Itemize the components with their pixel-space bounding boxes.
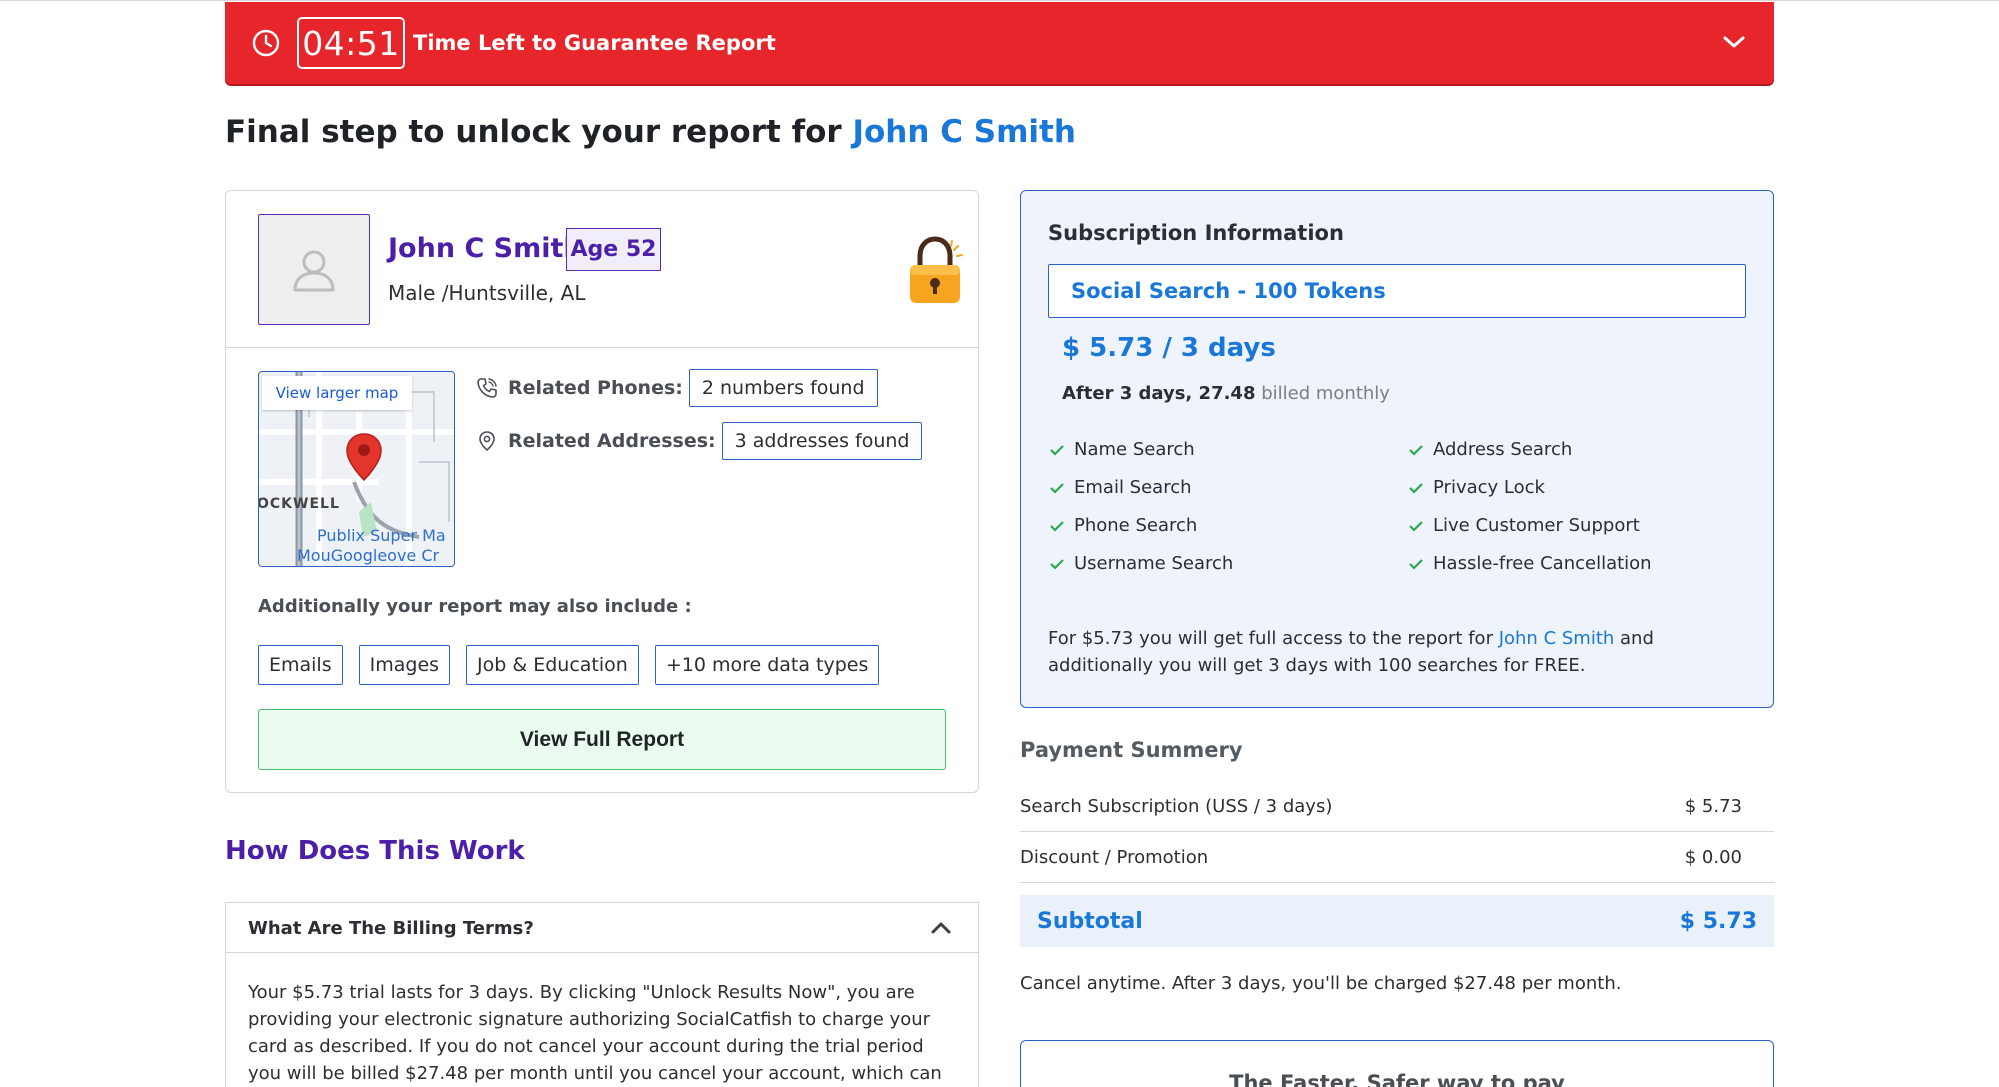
feature-label: Privacy Lock xyxy=(1433,477,1545,498)
related-phones-button[interactable]: 2 numbers found xyxy=(688,369,878,407)
avatar xyxy=(258,214,370,325)
subtotal-row: Subtotal $ 5.73 xyxy=(1020,895,1774,947)
chevron-up-icon[interactable] xyxy=(930,920,952,936)
person-icon xyxy=(293,250,335,291)
map-street-label: OCKWELL xyxy=(258,496,340,512)
payment-row-label: Discount / Promotion xyxy=(1020,847,1209,868)
payment-row-subscription: Search Subscription (USS / 3 days) $ 5.7… xyxy=(1020,782,1774,832)
check-icon xyxy=(1409,520,1423,532)
view-larger-map-link[interactable]: View larger map xyxy=(262,376,412,410)
page-title: Final step to unlock your report for Joh… xyxy=(225,114,1076,150)
feature-item: Address Search xyxy=(1409,439,1572,460)
map-store-label: Publix Super Ma xyxy=(317,526,446,545)
feature-item: Email Search xyxy=(1050,477,1192,498)
billing-after-text: After 3 days, 27.48 billed monthly xyxy=(1062,383,1390,404)
related-addresses-button[interactable]: 3 addresses found xyxy=(721,422,923,460)
faster-pay-heading: The Faster, Safer way to pay xyxy=(1229,1071,1565,1087)
data-type-chips: Emails Images Job & Education +10 more d… xyxy=(258,645,895,685)
faster-pay-panel: The Faster, Safer way to pay xyxy=(1020,1040,1774,1087)
check-icon xyxy=(1050,520,1064,532)
faq-question: What Are The Billing Terms? xyxy=(248,918,534,939)
note-name-link[interactable]: John C Smith xyxy=(1499,628,1615,649)
related-addresses-row: Related Addresses: 3 addresses found xyxy=(476,422,923,460)
feature-label: Name Search xyxy=(1074,439,1195,460)
chip-images[interactable]: Images xyxy=(358,645,451,685)
cancel-note: Cancel anytime. After 3 days, you'll be … xyxy=(1020,973,1622,994)
note-prefix: For $5.73 you will get full access to th… xyxy=(1048,628,1493,649)
profile-card: John C Smith Age 52 Male /Huntsville, AL… xyxy=(225,190,979,793)
profile-header: John C Smith Age 52 Male /Huntsville, AL xyxy=(226,191,978,348)
faq-toggle[interactable]: What Are The Billing Terms? xyxy=(226,903,978,953)
subtotal-value: $ 5.73 xyxy=(1679,908,1757,934)
feature-label: Username Search xyxy=(1074,553,1234,574)
feature-item: Username Search xyxy=(1050,553,1233,574)
billing-after-period: billed monthly xyxy=(1261,383,1390,404)
related-addresses-label: Related Addresses: xyxy=(508,430,716,452)
clock-icon xyxy=(252,29,280,57)
feature-item: Hassle-free Cancellation xyxy=(1409,553,1652,574)
feature-label: Phone Search xyxy=(1074,515,1198,536)
feature-item: Privacy Lock xyxy=(1409,477,1545,498)
phone-icon xyxy=(477,378,497,398)
subscription-panel: Subscription Information Social Search -… xyxy=(1020,190,1774,708)
check-icon xyxy=(1409,482,1423,494)
feature-label: Address Search xyxy=(1433,439,1573,460)
map-pin-icon xyxy=(346,433,382,482)
lock-icon[interactable] xyxy=(904,234,964,306)
payment-row-discount: Discount / Promotion $ 0.00 xyxy=(1020,833,1774,883)
feature-label: Live Customer Support xyxy=(1433,515,1640,536)
view-full-report-button[interactable]: View Full Report xyxy=(258,709,946,770)
payment-summary-title: Payment Summery xyxy=(1020,738,1243,762)
check-icon xyxy=(1409,558,1423,570)
countdown-time: 04:51 xyxy=(297,17,405,69)
plan-price: $ 5.73 / 3 days xyxy=(1062,333,1276,363)
billing-after-amount: After 3 days, 27.48 xyxy=(1062,383,1256,404)
check-icon xyxy=(1409,444,1423,456)
also-include-text: Additionally your report may also includ… xyxy=(258,596,692,617)
location-pin-icon xyxy=(479,431,495,452)
payment-row-value: $ 0.00 xyxy=(1684,847,1742,868)
faq-answer: Your $5.73 trial lasts for 3 days. By cl… xyxy=(248,982,942,1084)
page-title-name: John C Smith xyxy=(852,114,1076,150)
guarantee-timer-bar[interactable]: 04:51 Time Left to Guarantee Report xyxy=(225,2,1774,84)
feature-item: Phone Search xyxy=(1050,515,1197,536)
subtotal-label: Subtotal xyxy=(1037,908,1143,934)
payment-row-label: Search Subscription (USS / 3 days) xyxy=(1020,796,1333,817)
age-badge: Age 52 xyxy=(566,228,661,271)
check-icon xyxy=(1050,444,1064,456)
subscription-note: For $5.73 you will get full access to th… xyxy=(1048,625,1748,679)
person-details: Male /Huntsville, AL xyxy=(388,281,586,305)
related-phones-label: Related Phones: xyxy=(508,377,683,399)
subscription-title: Subscription Information xyxy=(1048,221,1344,245)
feature-label: Email Search xyxy=(1074,477,1192,498)
chip-emails[interactable]: Emails xyxy=(258,645,343,685)
feature-label: Hassle-free Cancellation xyxy=(1433,553,1652,574)
check-icon xyxy=(1050,558,1064,570)
feature-item: Name Search xyxy=(1050,439,1195,460)
location-map[interactable]: View larger map OCKWELL Publix Super Ma … xyxy=(258,371,455,567)
plan-selector[interactable]: Social Search - 100 Tokens xyxy=(1048,264,1746,318)
feature-item: Live Customer Support xyxy=(1409,515,1640,536)
how-it-works-heading: How Does This Work xyxy=(225,836,525,866)
person-name: John C Smith xyxy=(388,233,583,264)
chevron-down-icon[interactable] xyxy=(1722,32,1746,52)
related-phones-row: Related Phones: 2 numbers found xyxy=(476,369,878,407)
check-icon xyxy=(1050,482,1064,494)
payment-row-value: $ 5.73 xyxy=(1684,796,1742,817)
billing-faq: What Are The Billing Terms? Your $5.73 t… xyxy=(225,902,979,1087)
chip-more-data-types[interactable]: +10 more data types xyxy=(654,645,880,685)
chip-job-education[interactable]: Job & Education xyxy=(466,645,639,685)
map-area-label: MouGoogleove Cr xyxy=(297,546,440,565)
timer-label: Time Left to Guarantee Report xyxy=(413,31,776,55)
page-title-prefix: Final step to unlock your report for xyxy=(225,114,842,150)
top-divider xyxy=(0,0,1999,1)
